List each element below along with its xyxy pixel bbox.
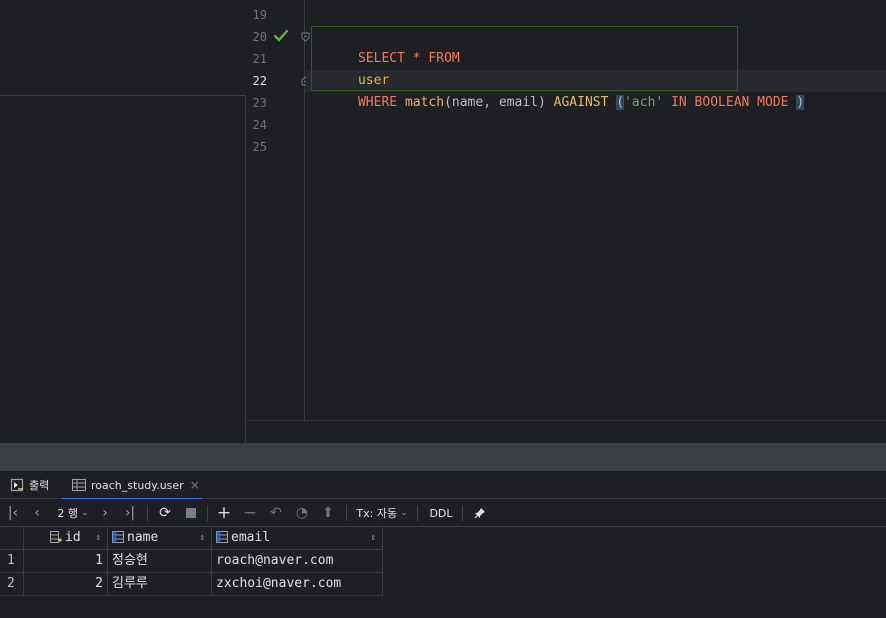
function-match: match [404,95,445,110]
line-number: 22 [252,74,267,88]
line-number: 21 [252,52,267,66]
delete-row-icon[interactable]: − [240,499,260,527]
results-toolbar: |‹ ‹ 2 행 ⌄ › ›| ⟳ + − ↶ ◔ ⬆ Tx: 자동 ⌄ DDL [0,499,886,527]
toolbar-separator [417,505,418,521]
left-panel [0,0,246,443]
column-header-label: id [65,530,81,545]
sort-icon[interactable]: ⇕ [96,527,101,549]
tab-output[interactable]: 출력 [10,471,58,499]
preview-icon[interactable]: ◔ [292,499,312,527]
match-args: (name, email) [444,95,554,110]
sort-icon[interactable]: ⇕ [371,527,376,549]
panel-splitter[interactable] [0,443,886,471]
toolbar-separator [207,505,208,521]
column-header-label: email [231,530,271,545]
add-row-icon[interactable]: + [214,499,234,527]
code-line-20[interactable]: SELECT * FROM [311,26,460,66]
tab-output-label: 출력 [29,479,50,492]
toolbar-separator [346,505,347,521]
cell-name[interactable]: 김루루 [108,573,212,596]
next-page-icon[interactable]: › [96,499,114,527]
row-count-dropdown[interactable]: 2 행 ⌄ [54,499,92,527]
keyword-where: WHERE [357,95,405,110]
ddl-label: DDL [429,506,453,520]
left-panel-top [0,0,246,96]
stop-icon[interactable] [181,499,201,527]
results-tab-bar: 출력 roach_study.user × [0,471,886,500]
tx-mode-dropdown[interactable]: Tx: 자동 ⌄ [354,499,410,527]
column-header-email[interactable]: email ⇕ [212,527,383,550]
open-paren-highlight: ( [616,95,625,110]
ddl-button[interactable]: DDL [426,499,456,527]
boolean-mode-keywords: IN BOOLEAN MODE [663,95,797,110]
row-number[interactable]: 1 [0,550,24,573]
close-icon[interactable]: × [190,478,200,492]
table-icon [72,479,86,491]
column-icon [216,531,228,543]
line-number: 24 [252,118,267,132]
sql-editor[interactable]: 19 20 21 22 23 24 25 SELECT * FROM user … [247,0,886,443]
chevron-down-icon: ⌄ [400,508,408,518]
revert-icon[interactable]: ↶ [266,499,286,527]
chevron-down-icon: ⌄ [81,508,89,518]
tab-table-result[interactable]: roach_study.user × [62,471,202,500]
corner-cell[interactable] [0,527,24,550]
code-area[interactable]: SELECT * FROM user WHERE match(name, ema… [306,0,886,420]
toolbar-separator [147,505,148,521]
line-number: 23 [252,96,267,110]
tx-mode-label: Tx: 자동 [356,507,398,520]
string-literal: 'ach' [624,95,664,110]
column-icon [112,531,124,543]
star-token: * [404,51,429,66]
keyword-against: AGAINST [553,95,609,110]
row-count-label: 2 행 [57,507,79,520]
column-header-id[interactable]: id ⇕ [24,527,108,550]
pin-glyph [474,508,485,519]
last-page-icon[interactable]: ›| [120,499,140,527]
cell-id[interactable]: 1 [24,550,108,573]
cell-id[interactable]: 2 [24,573,108,596]
code-line-21[interactable]: user [311,48,389,88]
editor-gutter: 19 20 21 22 23 24 25 [247,0,310,420]
cell-email[interactable]: roach@naver.com [212,550,383,573]
cell-email[interactable]: zxchoi@naver.com [212,573,383,596]
stop-square [186,508,196,518]
cell-name[interactable]: 정승현 [108,550,212,573]
line-number: 25 [252,140,267,154]
pin-icon[interactable] [470,499,490,527]
column-header-name[interactable]: name ⇕ [108,527,212,550]
toolbar-separator [462,505,463,521]
prev-page-icon[interactable]: ‹ [28,499,46,527]
first-page-icon[interactable]: |‹ [4,499,22,527]
column-header-label: name [127,530,159,545]
code-line-22[interactable]: WHERE match(name, email) AGAINST ('ach' … [311,70,805,110]
key-column-icon [50,531,62,543]
row-number[interactable]: 2 [0,573,24,596]
output-icon [10,478,24,492]
check-icon [274,30,288,42]
line-number: 19 [252,8,267,22]
keyword-from: FROM [428,51,460,66]
line-number: 20 [252,30,267,44]
editor-bottom-bar [247,420,886,443]
refresh-icon[interactable]: ⟳ [155,499,175,527]
submit-icon[interactable]: ⬆ [318,499,338,527]
results-grid[interactable]: id ⇕ name ⇕ email ⇕ 1 1 정승현 roach@naver.… [0,527,886,618]
tab-table-label: roach_study.user [91,478,184,492]
sort-icon[interactable]: ⇕ [200,527,205,549]
close-paren-highlight: ) [796,95,805,110]
